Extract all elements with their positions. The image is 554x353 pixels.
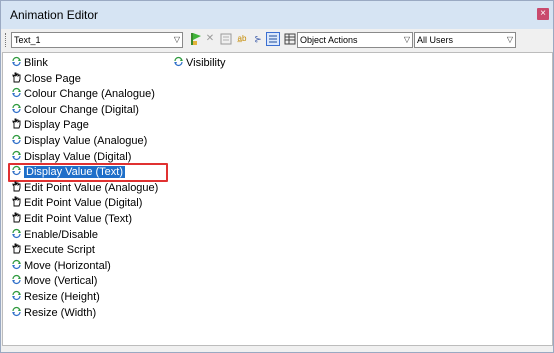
- list-item[interactable]: Execute Script: [11, 243, 95, 258]
- toolbar: Text_1 ▽ ✕ a̲b ⊱ Object Actions ▽ All Us…: [1, 29, 553, 51]
- connector-icon[interactable]: ⊱: [251, 32, 265, 46]
- animation-icon: [11, 134, 22, 145]
- list-item[interactable]: Edit Point Value (Analogue): [11, 181, 158, 196]
- title-bar: Animation Editor ×: [1, 1, 553, 29]
- object-select[interactable]: Text_1 ▽: [11, 32, 183, 48]
- animation-editor-window: Animation Editor × Text_1 ▽ ✕ a̲b ⊱ Obje…: [0, 0, 554, 353]
- list-item-label: Resize (Width): [24, 306, 97, 319]
- list-item-label: Edit Point Value (Text): [24, 213, 133, 225]
- hand-icon: [11, 196, 22, 207]
- hand-icon: [11, 72, 22, 83]
- animation-icon: [11, 228, 22, 239]
- list-item[interactable]: Edit Point Value (Text): [11, 212, 132, 227]
- list-item-label: Colour Change (Digital): [24, 103, 139, 116]
- chevron-down-icon: ▽: [403, 35, 410, 44]
- selection-highlight-box: [8, 163, 168, 183]
- list-item[interactable]: Display Value (Analogue): [11, 134, 147, 149]
- animation-icon: [173, 56, 184, 67]
- window-title: Animation Editor: [10, 8, 99, 22]
- list-item-label: Display Value (Analogue): [24, 135, 148, 147]
- properties-icon[interactable]: [219, 32, 233, 46]
- delete-icon[interactable]: ✕: [203, 32, 217, 46]
- animation-icon: [11, 56, 22, 67]
- list-item[interactable]: Enable/Disable: [11, 228, 98, 243]
- list-item[interactable]: Close Page: [11, 72, 81, 87]
- list-view-icon[interactable]: [266, 32, 280, 46]
- chevron-down-icon: ▽: [506, 35, 513, 44]
- close-button[interactable]: ×: [537, 8, 549, 20]
- list-item[interactable]: Move (Horizontal): [11, 259, 111, 274]
- list-item-label: Blink: [24, 57, 48, 69]
- list-item-label: Colour Change (Analogue): [24, 88, 155, 101]
- list-item-label: Move (Vertical): [24, 275, 98, 288]
- grid-view-icon[interactable]: [283, 32, 297, 46]
- hand-icon: [11, 212, 22, 223]
- animation-icon: [11, 306, 22, 317]
- list-item[interactable]: Visibility: [173, 56, 226, 71]
- animation-icon: [11, 290, 22, 301]
- animation-icon: [11, 103, 22, 114]
- text-ab-icon[interactable]: a̲b: [235, 32, 249, 46]
- users-select-value: All Users: [417, 35, 454, 45]
- hand-icon: [11, 118, 22, 129]
- list-item-label: Visibility: [186, 57, 226, 69]
- object-select-value: Text_1: [14, 35, 41, 45]
- list-item[interactable]: Colour Change (Analogue): [11, 87, 155, 102]
- list-item[interactable]: Edit Point Value (Digital): [11, 196, 142, 211]
- hand-icon: [11, 181, 22, 192]
- green-flag-icon[interactable]: [188, 32, 202, 46]
- list-item-label: Move (Horizontal): [24, 259, 111, 272]
- actions-select[interactable]: Object Actions ▽: [297, 32, 413, 48]
- list-item[interactable]: Resize (Height): [11, 290, 100, 305]
- list-item-label: Display Page: [24, 119, 89, 132]
- list-item-label: Close Page: [24, 72, 81, 85]
- action-list: Blink Close Page Colour Change (Analogue) C…: [2, 52, 553, 346]
- animation-icon: [11, 150, 22, 161]
- list-item-label: Edit Point Value (Digital): [24, 197, 143, 210]
- list-item[interactable]: Resize (Width): [11, 306, 96, 321]
- hand-icon: [11, 243, 22, 254]
- list-item-label: Display Value (Digital): [24, 150, 132, 163]
- list-item[interactable]: Colour Change (Digital): [11, 103, 139, 118]
- chevron-down-icon: ▽: [173, 35, 180, 44]
- actions-select-value: Object Actions: [300, 35, 358, 45]
- list-item-label: Enable/Disable: [24, 228, 98, 241]
- users-select[interactable]: All Users ▽: [414, 32, 516, 48]
- animation-icon: [11, 274, 22, 285]
- list-item-label: Execute Script: [24, 244, 95, 257]
- animation-icon: [11, 87, 22, 98]
- list-item-label: Resize (Height): [24, 291, 100, 303]
- list-item[interactable]: Display Page: [11, 118, 89, 133]
- list-item-label: Edit Point Value (Analogue): [24, 181, 159, 194]
- list-item[interactable]: Blink: [11, 56, 48, 71]
- list-item[interactable]: Move (Vertical): [11, 274, 97, 289]
- animation-icon: [11, 259, 22, 270]
- toolbar-grip[interactable]: [5, 33, 8, 47]
